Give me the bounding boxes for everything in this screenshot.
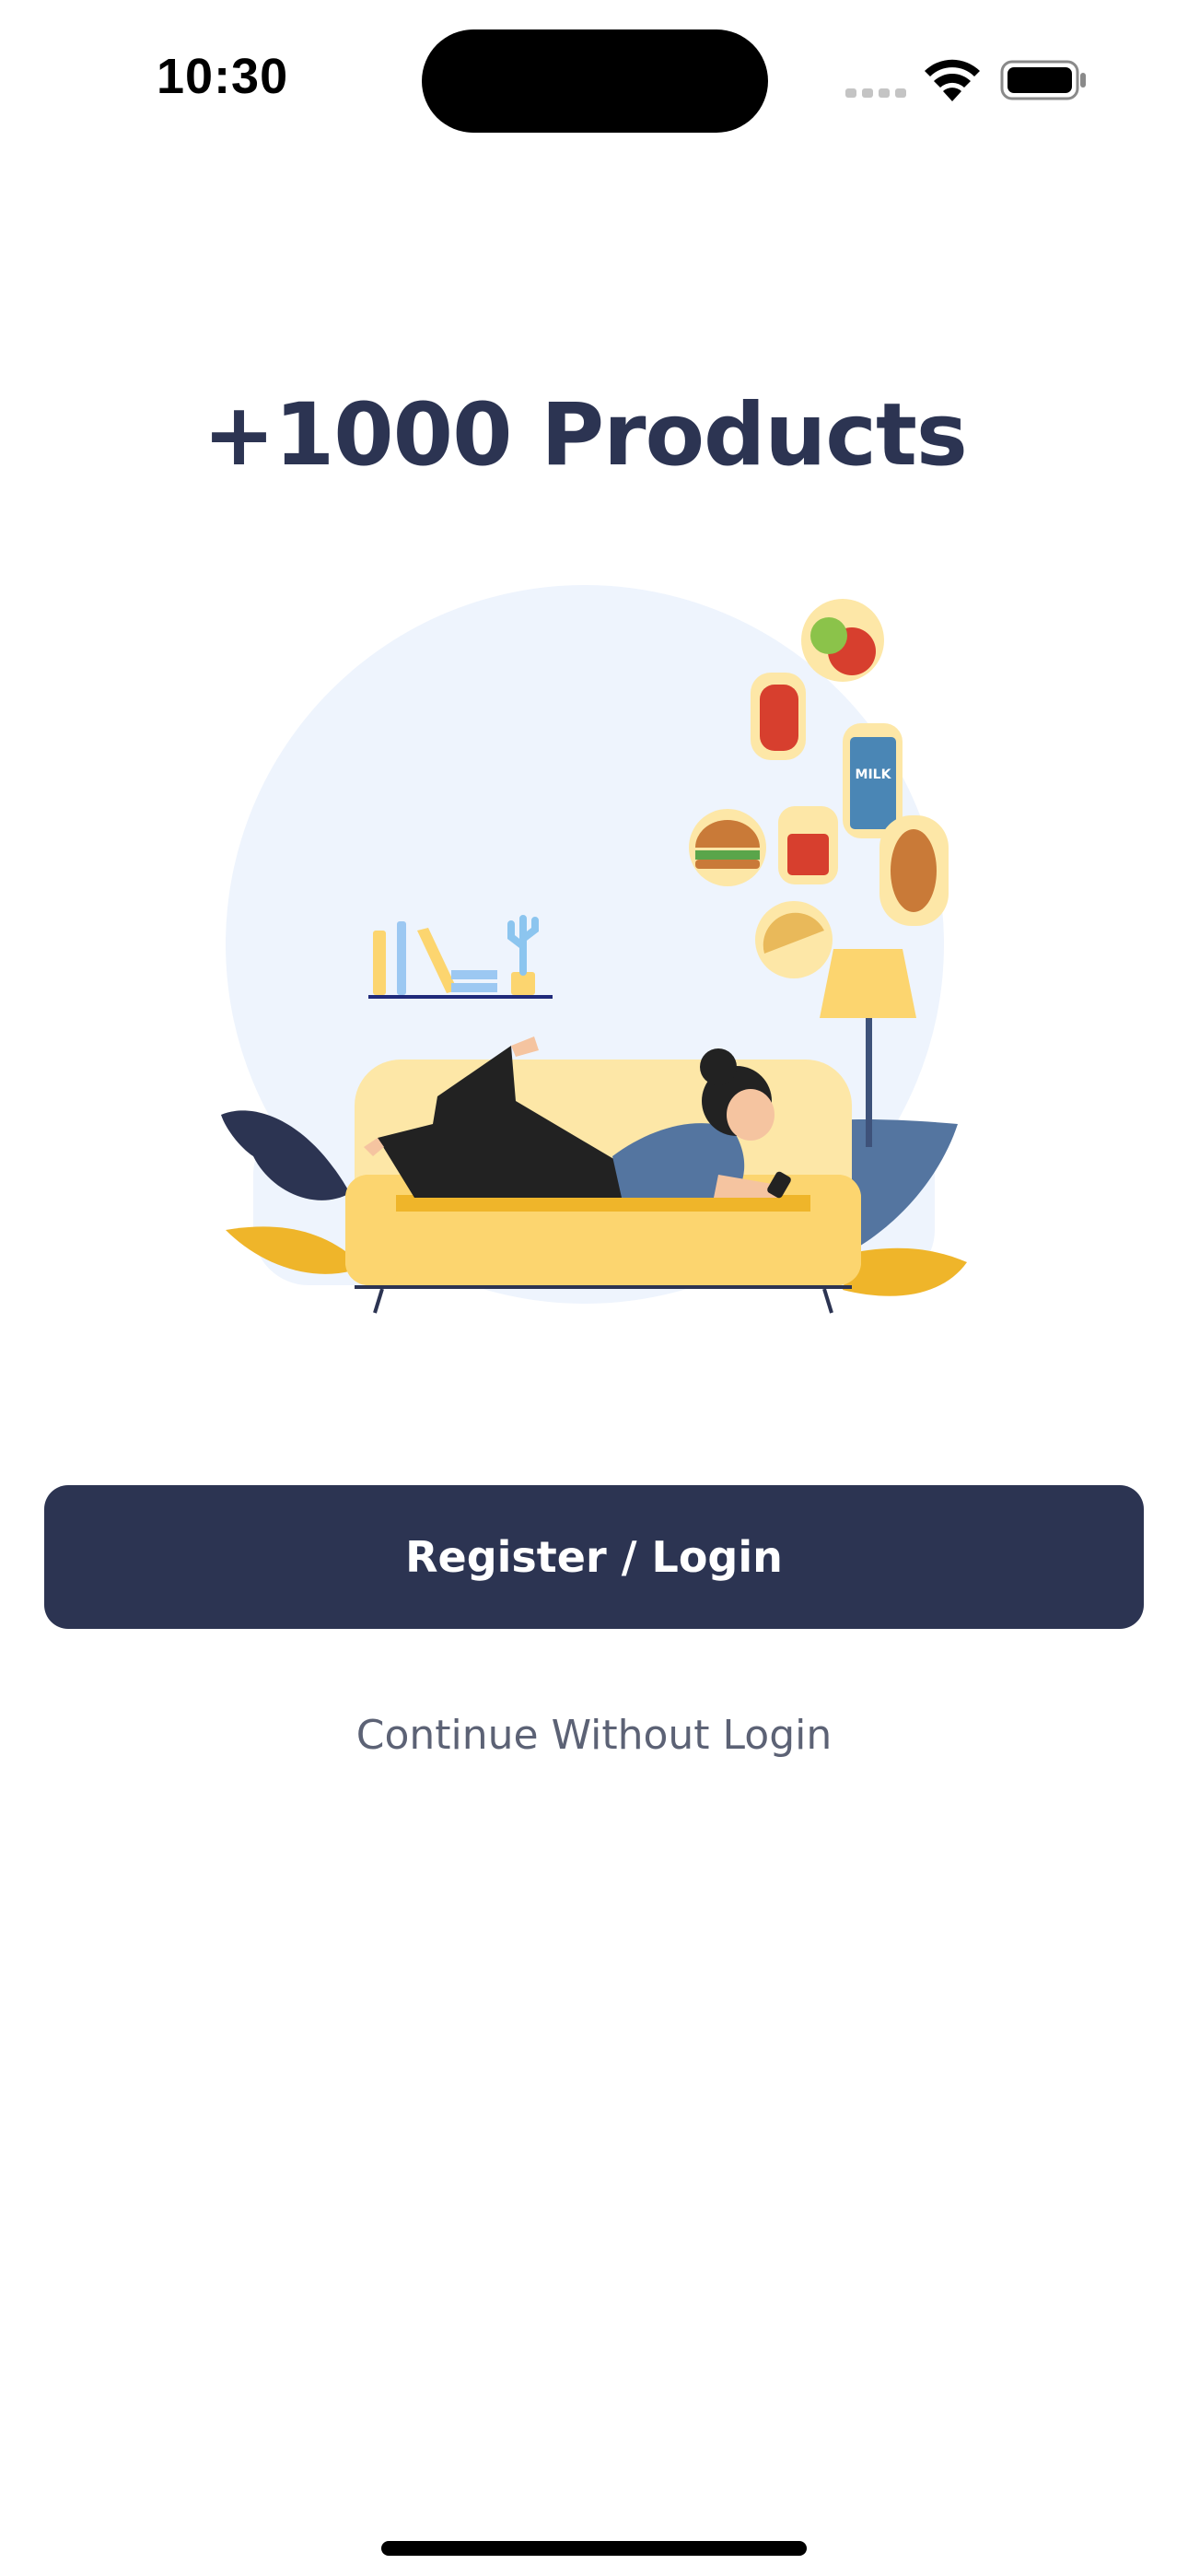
dynamic-island	[422, 29, 768, 133]
onboarding-headline: +1000 Products	[203, 385, 968, 486]
register-login-button[interactable]: Register / Login	[44, 1485, 1144, 1629]
milk-label: MILK	[856, 767, 892, 782]
battery-icon	[1000, 60, 1086, 100]
onboarding-screen: 10:30 +1000 Products MILK Register / Log…	[0, 0, 1188, 2576]
continue-without-login-link[interactable]: Continue Without Login	[0, 1712, 1188, 1759]
signal-icon	[845, 88, 906, 98]
onboarding-illustration: MILK	[221, 585, 967, 1314]
status-time: 10:30	[157, 49, 289, 104]
wifi-icon	[925, 59, 980, 101]
home-indicator	[381, 2541, 807, 2556]
